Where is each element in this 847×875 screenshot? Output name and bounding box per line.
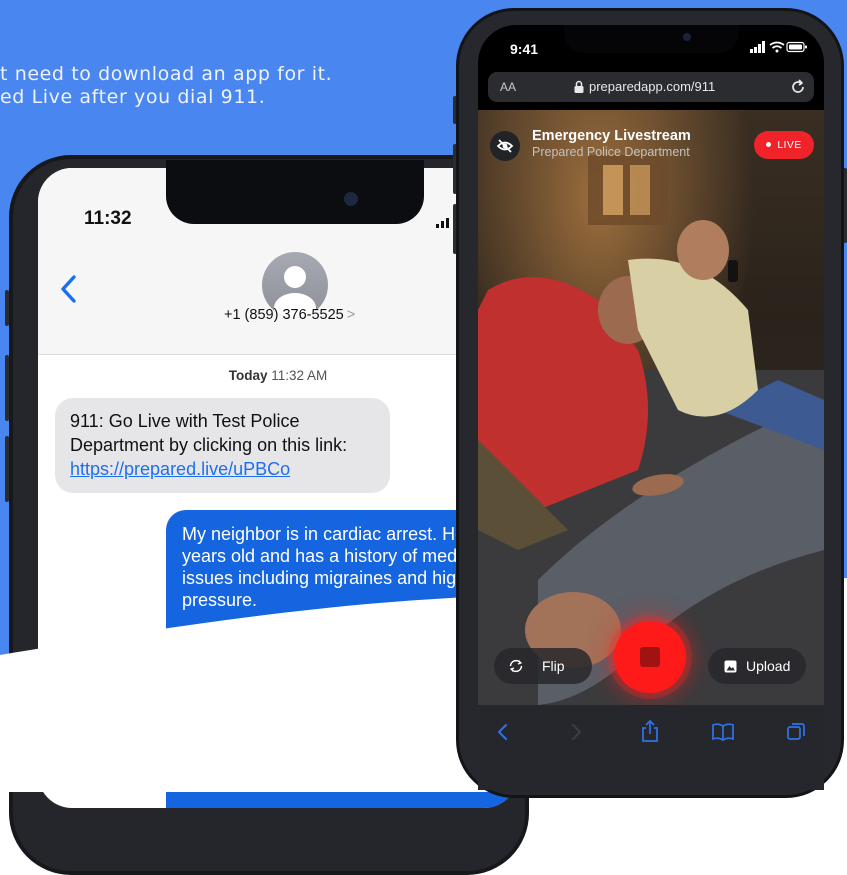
tabs-icon[interactable] xyxy=(786,722,806,742)
status-time-right: 9:41 xyxy=(510,41,539,57)
upload-label: Upload xyxy=(746,658,791,674)
right-phone-camera xyxy=(683,33,691,41)
flip-camera-button[interactable]: Flip xyxy=(494,648,592,684)
eye-off-icon xyxy=(496,139,514,153)
right-phone-notch xyxy=(564,25,739,53)
lock-icon xyxy=(574,80,584,93)
stop-recording-button[interactable] xyxy=(614,621,686,693)
battery-icon xyxy=(786,41,807,53)
hide-stream-button[interactable] xyxy=(490,131,520,161)
flip-icon xyxy=(509,659,523,673)
reload-icon[interactable] xyxy=(790,78,806,96)
signal-icon xyxy=(750,41,765,53)
browser-toolbar xyxy=(478,705,824,790)
upload-button[interactable]: Upload xyxy=(708,648,806,684)
address-bar[interactable]: AA preparedapp.com/911 xyxy=(488,72,814,102)
live-badge: LIVE xyxy=(754,131,814,159)
flip-label: Flip xyxy=(542,658,565,674)
live-label: LIVE xyxy=(777,139,802,151)
upload-icon xyxy=(724,660,737,673)
stream-subtitle: Prepared Police Department xyxy=(532,145,690,159)
share-icon[interactable] xyxy=(640,719,660,743)
livestream-screen: 9:41 AA preparedapp.com/911 Emergency Li… xyxy=(478,25,824,790)
wifi-icon xyxy=(769,41,785,53)
bookmarks-icon[interactable] xyxy=(711,722,735,742)
status-indicators xyxy=(750,41,807,53)
livestream-video xyxy=(478,110,824,705)
live-dot-icon xyxy=(766,142,772,147)
reader-text-size-button[interactable]: AA xyxy=(500,80,516,94)
video-feed-illustration xyxy=(478,110,824,705)
nav-back-icon[interactable] xyxy=(496,722,510,742)
url-text: preparedapp.com/911 xyxy=(589,79,716,94)
record-icon xyxy=(640,647,660,667)
stream-title: Emergency Livestream xyxy=(532,128,691,144)
nav-forward-icon[interactable] xyxy=(569,722,583,742)
